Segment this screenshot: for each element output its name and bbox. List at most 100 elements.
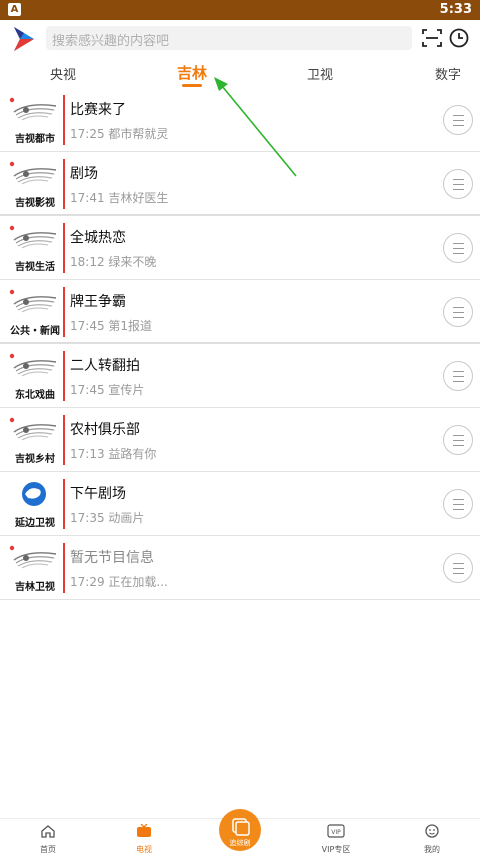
- status-time: 5:33: [439, 2, 472, 17]
- profile-icon: [425, 824, 439, 838]
- row-divider: [63, 415, 65, 465]
- next-program: 17:35 动画片: [70, 509, 144, 526]
- history-clock-icon[interactable]: [448, 27, 470, 49]
- channel-logo: 公共・新闻: [8, 288, 60, 337]
- row-divider: [63, 159, 65, 209]
- program-list-button[interactable]: [443, 489, 473, 519]
- channel-name: 吉视都市: [15, 134, 55, 145]
- video-icon: [232, 818, 250, 836]
- home-icon: [41, 825, 55, 838]
- program-list-button[interactable]: [443, 105, 473, 135]
- channel-row[interactable]: 吉视乡村 农村俱乐部 17:13 益路有你: [0, 408, 480, 472]
- current-program: 二人转翻拍: [70, 358, 140, 374]
- channel-logo: 延边卫视: [8, 480, 60, 529]
- next-program: 17:45 宣传片: [70, 381, 144, 398]
- nav-mine[interactable]: 我的: [402, 823, 462, 853]
- current-program: 暂无节目信息: [70, 550, 154, 566]
- search-input[interactable]: 搜索感兴趣的内容吧: [46, 26, 412, 50]
- next-program: 17:29 正在加载...: [70, 573, 168, 590]
- current-program: 牌王争霸: [70, 294, 126, 310]
- program-list-button[interactable]: [443, 297, 473, 327]
- nav-mine-label: 我的: [424, 845, 440, 853]
- next-program-time: 17:25: [70, 127, 105, 141]
- row-divider: [63, 543, 65, 593]
- channel-name: 东北戏曲: [15, 390, 55, 401]
- tab-cctv[interactable]: 央视: [50, 64, 76, 83]
- category-tabs: 央视 吉林 卫视 数字: [0, 58, 480, 90]
- next-program-title: 动画片: [108, 511, 145, 525]
- nav-vip[interactable]: VIP VIP专区: [306, 823, 366, 853]
- nav-center-label: 追综剧: [229, 839, 251, 847]
- program-list-button[interactable]: [443, 425, 473, 455]
- next-program: 17:25 都市帮就灵: [70, 125, 168, 142]
- channel-name: 公共・新闻: [10, 326, 60, 337]
- row-divider: [63, 95, 65, 145]
- vip-icon: VIP: [327, 824, 345, 838]
- tv-icon: [137, 823, 151, 837]
- next-program-title: 第1报道: [108, 319, 153, 333]
- app-notification-icon: A: [8, 3, 21, 16]
- program-list-button[interactable]: [443, 233, 473, 263]
- tab-digital[interactable]: 数字: [435, 64, 461, 83]
- current-program: 下午剧场: [70, 486, 126, 502]
- next-program-time: 17:45: [70, 383, 105, 397]
- next-program-title: 正在加载...: [108, 575, 168, 589]
- program-list-button[interactable]: [443, 361, 473, 391]
- channel-row[interactable]: 延边卫视 下午剧场 17:35 动画片: [0, 472, 480, 536]
- channel-row[interactable]: 吉林卫视 暂无节目信息 17:29 正在加载...: [0, 536, 480, 600]
- current-program: 全城热恋: [70, 230, 126, 246]
- channel-name: 延边卫视: [15, 518, 55, 529]
- next-program-time: 17:41: [70, 191, 105, 205]
- next-program: 18:12 绿来不晚: [70, 253, 156, 270]
- channel-logo: 东北戏曲: [8, 352, 60, 401]
- next-program: 17:45 第1报道: [70, 317, 152, 334]
- channel-logo: 吉视乡村: [8, 416, 60, 465]
- svg-text:VIP: VIP: [331, 829, 341, 836]
- nav-tv[interactable]: 电视: [114, 823, 174, 853]
- next-program-title: 绿来不晚: [108, 255, 157, 269]
- active-tab-indicator: [182, 84, 202, 87]
- channel-logo: 吉林卫视: [8, 544, 60, 593]
- search-placeholder: 搜索感兴趣的内容吧: [52, 34, 170, 49]
- channel-name: 吉视生活: [15, 262, 55, 273]
- nav-center-button[interactable]: 追综剧: [219, 809, 261, 851]
- channel-name: 吉视乡村: [15, 454, 55, 465]
- tab-jilin[interactable]: 吉林: [177, 62, 207, 83]
- next-program-title: 益路有你: [108, 447, 157, 461]
- channel-row[interactable]: 吉视影视 剧场 17:41 吉林好医生: [0, 152, 480, 216]
- nav-home[interactable]: 首页: [18, 823, 78, 853]
- top-bar: 搜索感兴趣的内容吧: [0, 20, 480, 56]
- next-program-time: 18:12: [70, 255, 105, 269]
- channel-logo: 吉视都市: [8, 96, 60, 145]
- next-program-time: 17:35: [70, 511, 105, 525]
- channel-row[interactable]: 公共・新闻 牌王争霸 17:45 第1报道: [0, 280, 480, 344]
- next-program: 17:13 益路有你: [70, 445, 156, 462]
- channel-name: 吉林卫视: [15, 582, 55, 593]
- next-program-title: 宣传片: [108, 383, 145, 397]
- current-program: 剧场: [70, 166, 98, 182]
- next-program-title: 都市帮就灵: [108, 127, 169, 141]
- row-divider: [63, 479, 65, 529]
- row-divider: [63, 287, 65, 337]
- program-list-button[interactable]: [443, 553, 473, 583]
- channel-row[interactable]: 吉视生活 全城热恋 18:12 绿来不晚: [0, 216, 480, 280]
- row-divider: [63, 351, 65, 401]
- channel-name: 吉视影视: [15, 198, 55, 209]
- scan-icon[interactable]: [421, 27, 443, 49]
- next-program-time: 17:29: [70, 575, 105, 589]
- next-program-time: 17:13: [70, 447, 105, 461]
- tab-satellite[interactable]: 卫视: [307, 64, 333, 83]
- next-program: 17:41 吉林好医生: [70, 189, 168, 206]
- channel-row[interactable]: 东北戏曲 二人转翻拍 17:45 宣传片: [0, 344, 480, 408]
- channel-row[interactable]: 吉视都市 比赛来了 17:25 都市帮就灵: [0, 88, 480, 152]
- next-program-title: 吉林好医生: [108, 191, 169, 205]
- program-list-button[interactable]: [443, 169, 473, 199]
- row-divider: [63, 223, 65, 273]
- status-bar: A 5:33: [0, 0, 480, 20]
- nav-home-label: 首页: [40, 845, 56, 853]
- current-program: 农村俱乐部: [70, 422, 140, 438]
- channel-list: 吉视都市 比赛来了 17:25 都市帮就灵吉视影视 剧场 17:41 吉林好医生吉视生活…: [0, 88, 480, 600]
- current-program: 比赛来了: [70, 102, 126, 118]
- play-logo-icon[interactable]: [12, 26, 36, 52]
- next-program-time: 17:45: [70, 319, 105, 333]
